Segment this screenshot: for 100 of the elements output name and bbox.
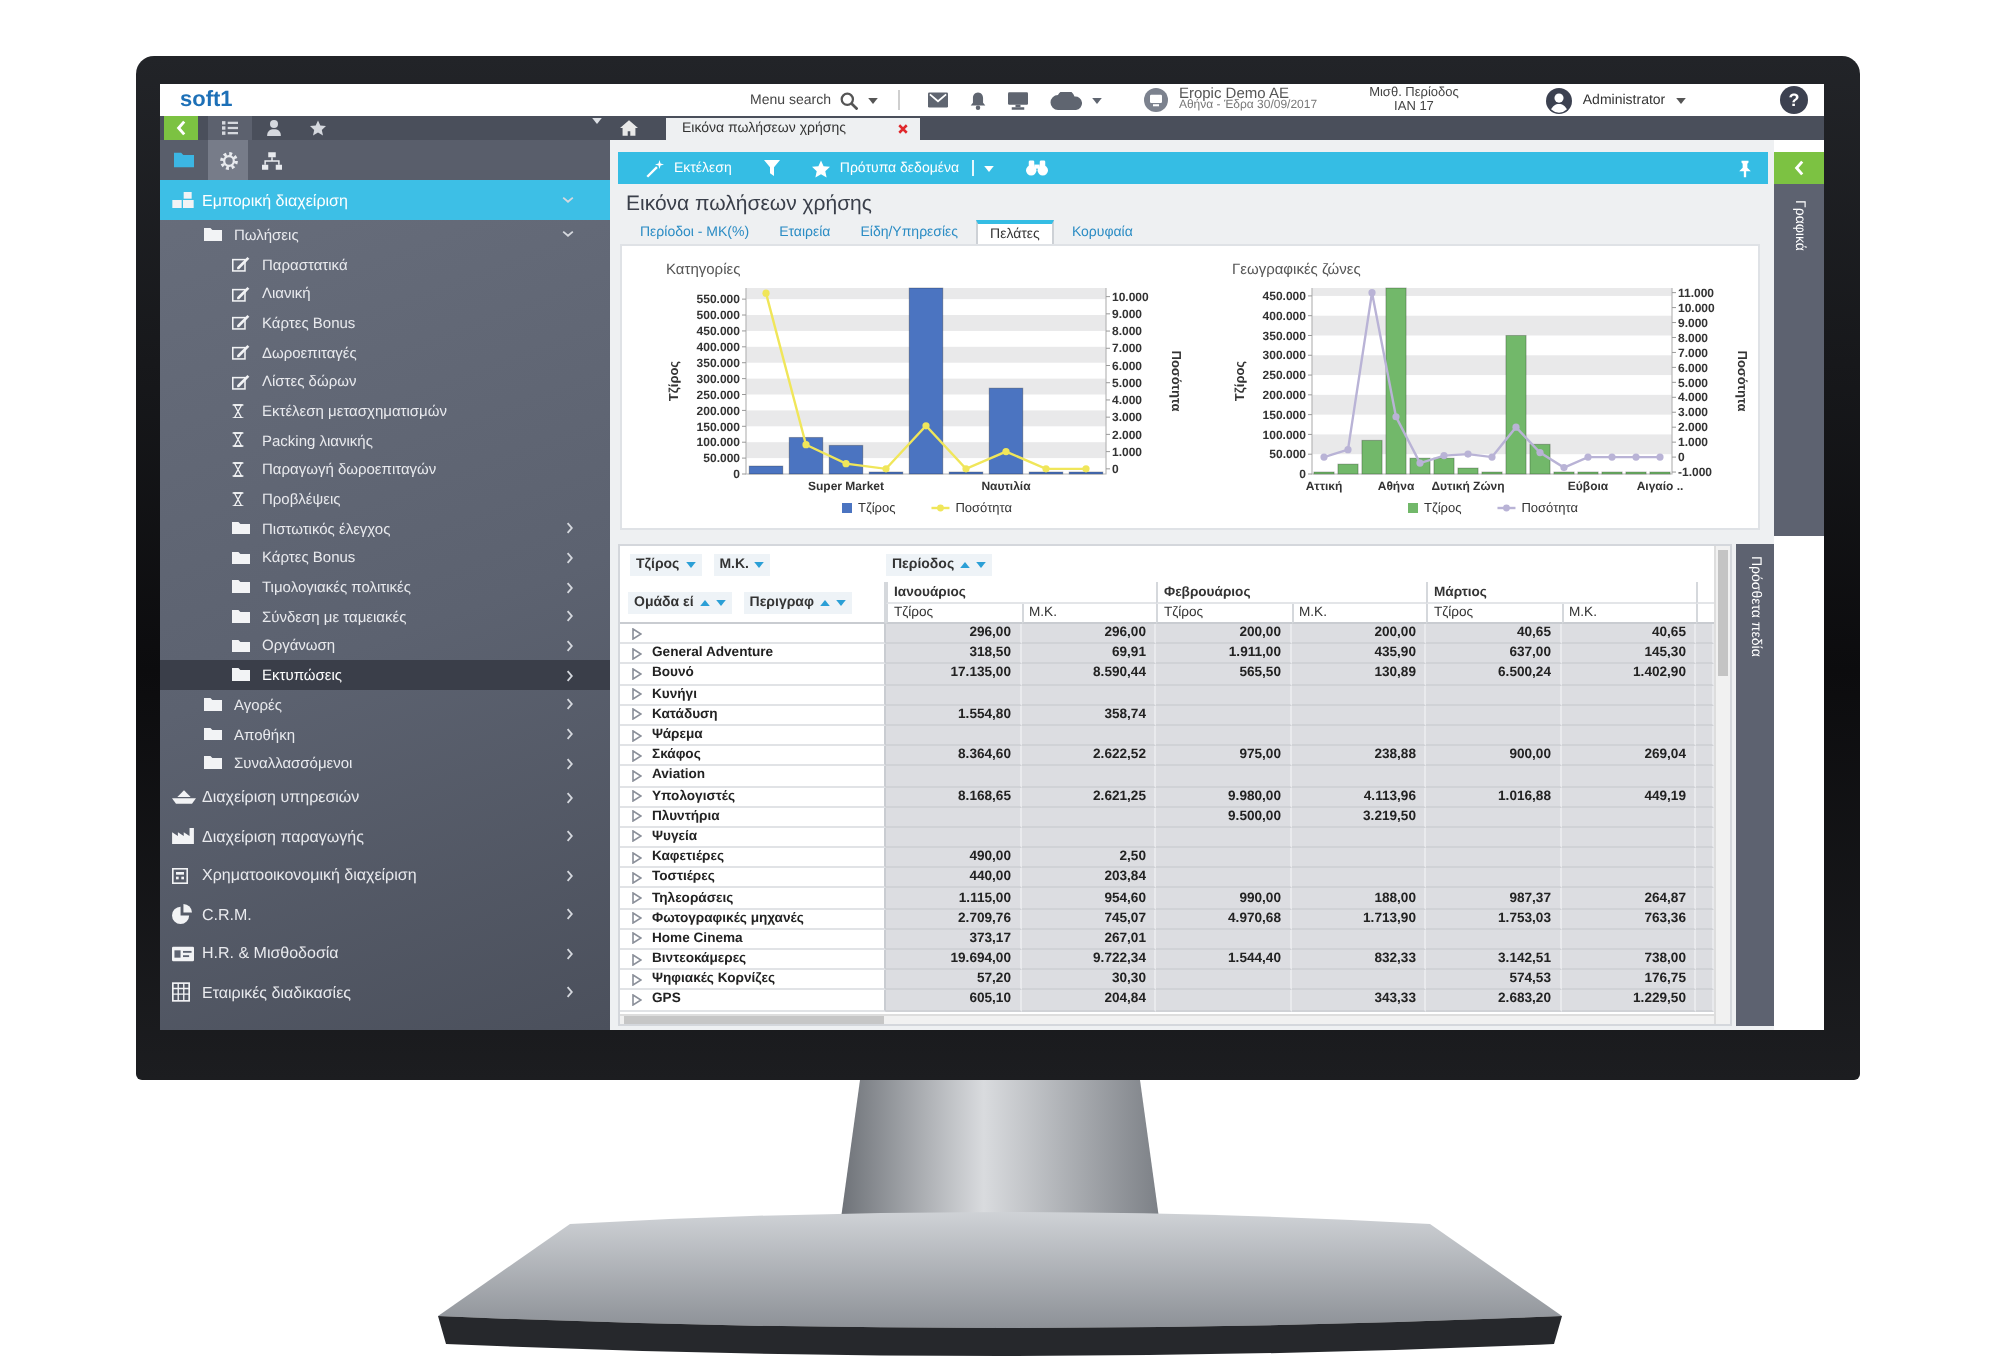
table-cell xyxy=(1426,766,1561,787)
vertical-scrollbar[interactable] xyxy=(1714,546,1730,1024)
table-cell xyxy=(886,766,1021,787)
data-point xyxy=(1584,453,1592,461)
edit-form-icon xyxy=(232,344,250,361)
caret-down-icon xyxy=(983,165,994,171)
caret-down-icon xyxy=(685,562,696,568)
data-point xyxy=(802,441,810,449)
chart-bar xyxy=(988,387,1024,475)
chevron-left-icon xyxy=(1794,160,1804,176)
pie-chart-icon xyxy=(172,904,192,925)
help-button[interactable]: ? xyxy=(1780,86,1808,114)
horizontal-scrollbar[interactable] xyxy=(620,1014,1714,1024)
sidebar-item[interactable]: Διαχείριση υπηρεσιών xyxy=(160,778,610,818)
table-cell xyxy=(1696,929,1714,950)
table-cell xyxy=(1696,807,1714,828)
logo: soft1 xyxy=(180,86,235,114)
data-point xyxy=(1512,423,1520,431)
table-cell xyxy=(886,827,1021,849)
folder-icon xyxy=(204,228,222,242)
sidebar-item[interactable]: C.R.M. xyxy=(160,895,610,935)
caret-down-icon[interactable] xyxy=(1092,97,1103,103)
table-cell xyxy=(1021,766,1156,787)
org-chart-icon xyxy=(262,151,282,169)
chart-bar xyxy=(748,465,784,475)
data-point xyxy=(762,289,770,297)
caret-down-icon xyxy=(976,562,987,568)
table-cell xyxy=(1291,766,1426,787)
sidebar-item[interactable]: Χρηματοοικονομική διαχείριση xyxy=(160,856,610,896)
table-cell xyxy=(1696,766,1714,787)
table-cell xyxy=(1696,644,1714,665)
data-point xyxy=(882,465,890,473)
table-cell xyxy=(1696,827,1714,849)
sidebar-tab[interactable] xyxy=(208,140,248,180)
monitor-icon[interactable] xyxy=(1008,91,1029,109)
edit-form-icon xyxy=(232,256,250,273)
caret-up-icon xyxy=(960,562,971,568)
data-point xyxy=(1488,453,1496,461)
table-cell xyxy=(1696,725,1714,747)
gear-icon xyxy=(219,151,237,169)
data-point xyxy=(962,465,970,473)
table-cell xyxy=(1696,685,1714,706)
edit-form-icon xyxy=(232,373,250,390)
table-cell xyxy=(1291,848,1426,869)
table-cell xyxy=(1426,725,1561,747)
table-cell xyxy=(886,807,1021,828)
table-cell xyxy=(1426,705,1561,726)
data-point xyxy=(1042,465,1050,473)
cloud-icon[interactable] xyxy=(1050,91,1085,109)
table-cell xyxy=(1696,848,1714,869)
table-cell xyxy=(1426,848,1561,869)
table-cell xyxy=(1156,929,1291,950)
caret-up-icon xyxy=(819,599,830,605)
table-cell xyxy=(1696,950,1714,971)
sidebar-tab[interactable] xyxy=(208,116,252,140)
mail-icon[interactable] xyxy=(928,92,949,108)
table-cell xyxy=(1426,827,1561,849)
table-cell xyxy=(1156,848,1291,869)
data-point xyxy=(1536,449,1544,457)
table-cell xyxy=(1426,685,1561,706)
edit-form-icon xyxy=(232,314,250,331)
blocks-icon xyxy=(172,192,194,208)
folder-icon xyxy=(174,152,194,168)
data-point xyxy=(842,460,850,468)
table-cell xyxy=(1291,868,1426,889)
table-cell xyxy=(1156,685,1291,706)
scrollbar-thumb[interactable] xyxy=(1718,550,1728,676)
sidebar-item[interactable]: Εταιρικές διαδικασίες xyxy=(160,973,610,1013)
close-icon[interactable] xyxy=(898,124,908,134)
table-cell xyxy=(1696,868,1714,889)
table-cell xyxy=(1696,909,1714,930)
table-cell xyxy=(1156,827,1291,849)
page-title: Εικόνα πωλήσεων χρήσης xyxy=(626,192,874,216)
data-point xyxy=(1632,453,1640,461)
pin-icon[interactable] xyxy=(1738,159,1752,177)
table-cell xyxy=(1696,787,1714,808)
bell-icon[interactable] xyxy=(970,91,987,109)
collapse-button[interactable] xyxy=(164,116,198,140)
monitor-badge-icon[interactable] xyxy=(1144,88,1169,112)
table-cell xyxy=(886,685,1021,706)
filter-icon[interactable] xyxy=(763,160,780,176)
hourglass-icon xyxy=(232,491,244,507)
caret-down-icon xyxy=(715,599,726,605)
scrollbar-thumb[interactable] xyxy=(624,1016,884,1024)
table-cell xyxy=(1156,705,1291,726)
edit-form-icon xyxy=(232,285,250,302)
sidebar-item[interactable]: Διαχείριση παραγωγής xyxy=(160,817,610,857)
person-icon xyxy=(266,120,282,136)
data-point xyxy=(1082,465,1090,473)
caret-down-icon xyxy=(1675,97,1686,103)
sidebar-item[interactable]: H.R. & Μισθοδοσία xyxy=(160,934,610,974)
binoculars-icon[interactable] xyxy=(1025,160,1048,176)
table-cell xyxy=(886,725,1021,747)
table-cell xyxy=(1291,970,1426,991)
expand-panel-button[interactable] xyxy=(1774,152,1824,184)
data-point xyxy=(1440,452,1448,460)
data-point xyxy=(1416,459,1424,467)
data-point xyxy=(922,422,930,430)
home-icon[interactable] xyxy=(620,120,638,136)
factory-icon xyxy=(172,828,194,845)
